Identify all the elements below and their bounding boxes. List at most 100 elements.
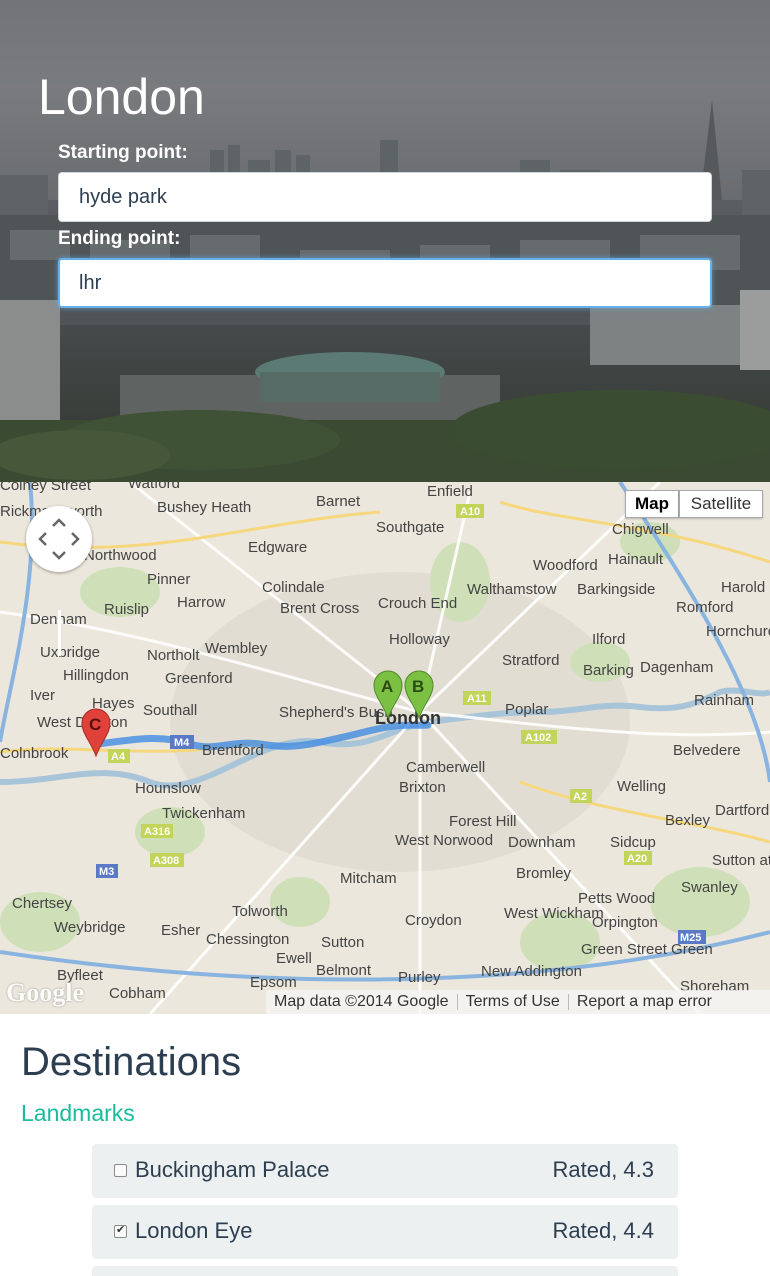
place-label: Hornchurch xyxy=(706,623,770,640)
place-label: Downham xyxy=(508,834,576,851)
place-label: Forest Hill xyxy=(449,813,517,830)
place-label: Welling xyxy=(617,778,666,795)
place-label: Northwood xyxy=(84,547,157,564)
ending-point-input[interactable] xyxy=(58,258,712,308)
svg-text:C: C xyxy=(89,715,101,734)
svg-text:A: A xyxy=(381,677,393,696)
road-shield: A11 xyxy=(463,691,491,705)
svg-text:A20: A20 xyxy=(627,853,647,865)
road-shield: A2 xyxy=(570,789,592,803)
road-shield: M4 xyxy=(170,735,194,749)
google-logo[interactable]: Google xyxy=(6,978,84,1008)
place-label: Colindale xyxy=(262,579,325,596)
place-label: Weybridge xyxy=(54,919,125,936)
place-label: Ewell xyxy=(276,950,312,967)
place-label: Barkingside xyxy=(577,581,655,598)
map-type-satellite-button[interactable]: Satellite xyxy=(679,490,763,518)
place-label: Hillingdon xyxy=(63,667,129,684)
place-label: Northolt xyxy=(147,647,200,664)
place-label: Hounslow xyxy=(135,780,201,797)
svg-text:A10: A10 xyxy=(460,506,480,518)
report-map-error-link[interactable]: Report a map error xyxy=(569,993,720,1011)
starting-point-label: Starting point: xyxy=(58,142,188,163)
place-label: Purley xyxy=(398,969,441,986)
place-label: Bushey Heath xyxy=(157,499,251,516)
place-label: Barnet xyxy=(316,493,361,510)
place-label: Harrow xyxy=(177,594,226,611)
place-label: Edgware xyxy=(248,539,307,556)
place-label: Watford xyxy=(128,482,180,492)
map-type-map-button[interactable]: Map xyxy=(625,490,679,518)
destination-item[interactable]: London Eye Rated, 4.4 xyxy=(92,1205,678,1259)
place-label: New Addington xyxy=(481,963,582,980)
place-label: Iver xyxy=(30,687,55,704)
place-label: Cobham xyxy=(109,985,166,1002)
place-label: Croydon xyxy=(405,912,462,929)
place-label: Tolworth xyxy=(232,903,288,920)
svg-text:M3: M3 xyxy=(99,866,114,878)
place-label: Brent Cross xyxy=(280,600,359,617)
svg-text:B: B xyxy=(412,677,424,696)
place-label: Belvedere xyxy=(673,742,741,759)
road-shield: A10 xyxy=(456,504,484,518)
starting-point-input[interactable] xyxy=(58,172,712,222)
place-label: Brixton xyxy=(399,779,446,796)
place-label: West Wickham xyxy=(504,905,604,922)
place-label: Epsom xyxy=(250,974,297,991)
destinations-heading: Destinations xyxy=(21,1040,242,1084)
svg-text:A102: A102 xyxy=(525,732,551,744)
place-label: Holloway xyxy=(389,631,450,648)
category-heading: Landmarks xyxy=(21,1100,135,1126)
place-label: Colnbrook xyxy=(0,745,69,762)
destination-item[interactable]: Buckingham Palace Rated, 4.3 xyxy=(92,1144,678,1198)
place-label: Walthamstow xyxy=(467,581,557,598)
zoom-slider[interactable] xyxy=(58,610,61,656)
svg-text:M4: M4 xyxy=(174,737,190,749)
place-label: Swanley xyxy=(681,879,738,896)
place-label: Camberwell xyxy=(406,759,485,776)
ending-point-label: Ending point: xyxy=(58,228,181,249)
place-label: Colney Street xyxy=(0,482,92,494)
route-map[interactable]: Enfield Watford Barnet Bushey Heath Rick… xyxy=(0,482,770,1014)
place-label: Mitcham xyxy=(340,870,397,887)
place-label: Belmont xyxy=(316,962,372,979)
place-label: Dartford xyxy=(715,802,769,819)
place-label: Crouch End xyxy=(378,595,457,612)
place-label: Sutton at Hone xyxy=(712,852,770,869)
place-label: Pinner xyxy=(147,571,190,588)
hero-section: London Starting point: Ending point: xyxy=(0,0,770,482)
svg-text:A316: A316 xyxy=(144,826,170,838)
place-label: Chertsey xyxy=(12,895,73,912)
place-label: Uxbridge xyxy=(40,644,100,661)
place-label: Hainault xyxy=(608,551,664,568)
svg-text:A11: A11 xyxy=(467,693,487,705)
place-label: Romford xyxy=(676,599,734,616)
map-attribution: Map data ©2014 Google Terms of Use Repor… xyxy=(266,990,770,1014)
destination-item[interactable] xyxy=(92,1266,678,1276)
place-label: Bromley xyxy=(516,865,572,882)
place-label: Chigwell xyxy=(612,521,669,538)
place-label: Poplar xyxy=(505,701,548,718)
place-label: Brentford xyxy=(202,742,264,759)
place-label: Bexley xyxy=(665,812,711,829)
page-title: London xyxy=(38,69,205,125)
terms-of-use-link[interactable]: Terms of Use xyxy=(458,993,568,1011)
place-label: Southgate xyxy=(376,519,444,536)
road-shield: A20 xyxy=(624,851,652,865)
place-label: Ruislip xyxy=(104,601,149,618)
pan-control[interactable] xyxy=(26,506,92,572)
destination-name: London Eye xyxy=(135,1218,253,1243)
place-label: Sutton xyxy=(321,934,364,951)
place-label: Twickenham xyxy=(162,805,245,822)
map-canvas[interactable]: Enfield Watford Barnet Bushey Heath Rick… xyxy=(0,482,770,1014)
pan-arrows-icon[interactable] xyxy=(26,506,92,572)
destination-checkbox[interactable] xyxy=(114,1223,127,1238)
place-label: Dagenham xyxy=(640,659,713,676)
destination-checkbox[interactable] xyxy=(114,1164,127,1177)
map-data-text: Map data ©2014 Google xyxy=(274,993,449,1010)
svg-text:M25: M25 xyxy=(680,932,701,944)
place-label: Chessington xyxy=(206,931,289,948)
svg-text:A4: A4 xyxy=(111,751,126,763)
road-shield: M25 xyxy=(678,930,706,944)
place-label: Wembley xyxy=(205,640,268,657)
